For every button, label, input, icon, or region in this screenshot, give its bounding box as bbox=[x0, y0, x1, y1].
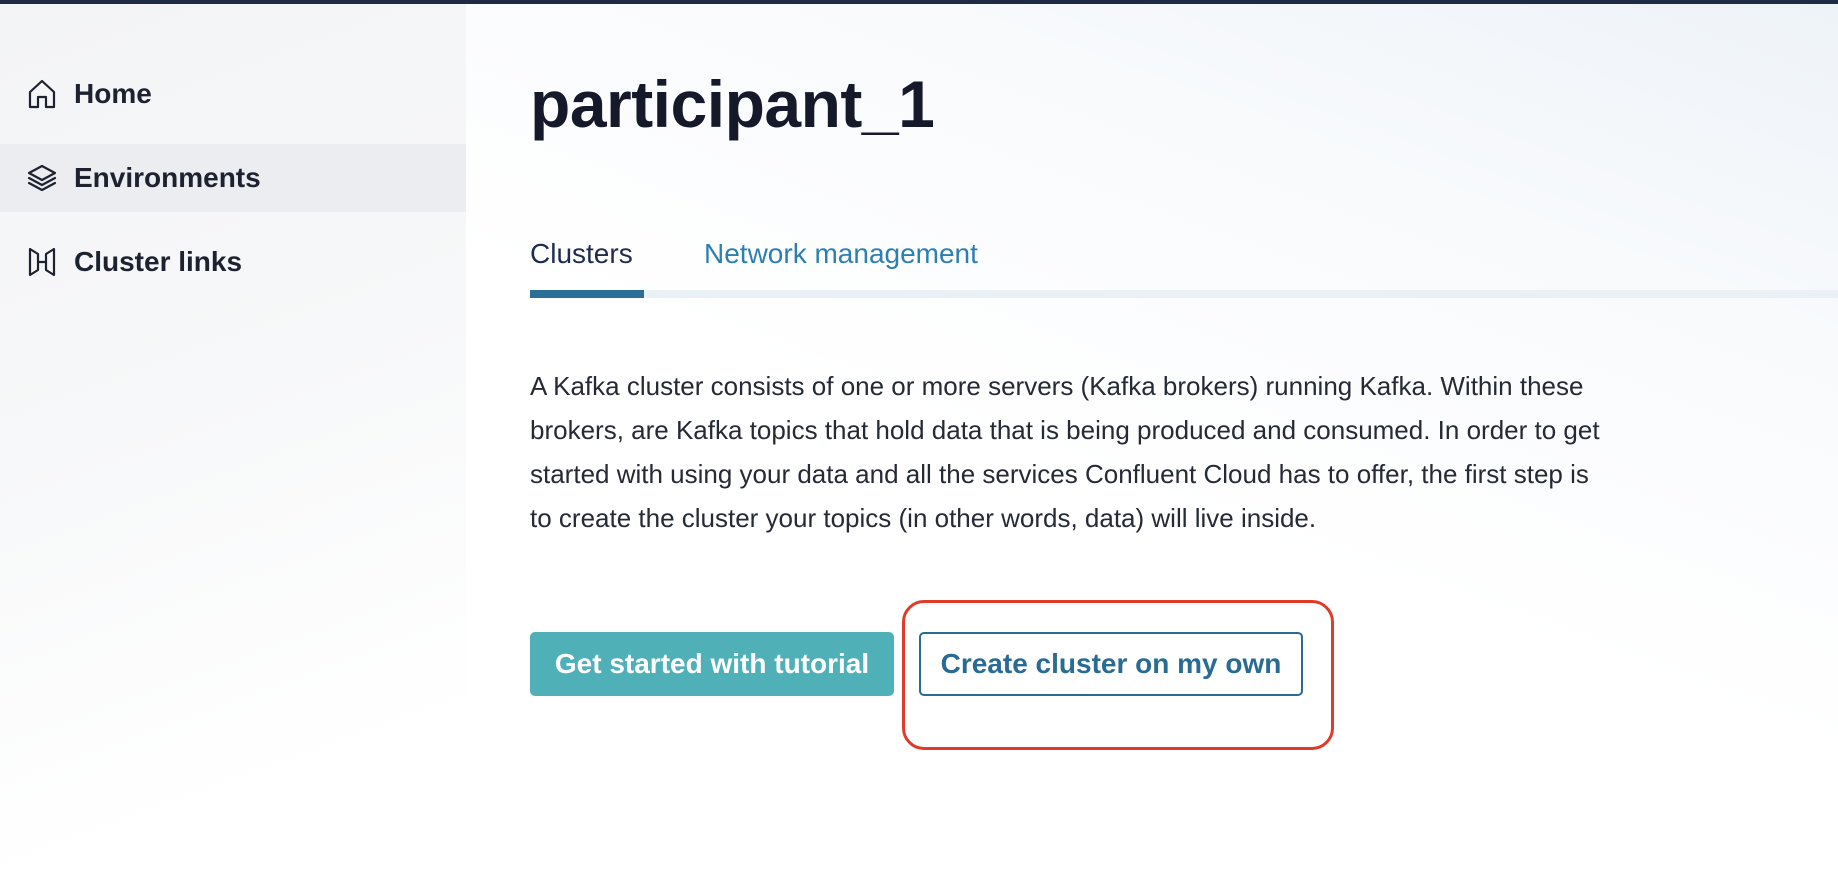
get-started-tutorial-button[interactable]: Get started with tutorial bbox=[530, 632, 894, 696]
sidebar-item-environments[interactable]: Environments bbox=[0, 144, 466, 212]
create-cluster-button[interactable]: Create cluster on my own bbox=[919, 632, 1303, 696]
cluster-description: A Kafka cluster consists of one or more … bbox=[530, 371, 1600, 533]
active-tab-indicator bbox=[530, 290, 644, 298]
tab-network-management[interactable]: Network management bbox=[704, 238, 978, 270]
tabs-divider bbox=[530, 290, 1838, 298]
sidebar-item-home[interactable]: Home bbox=[0, 60, 466, 128]
sidebar-item-label: Cluster links bbox=[74, 246, 243, 277]
tab-clusters[interactable]: Clusters bbox=[530, 238, 633, 270]
main-content: participant_1 Clusters Network managemen… bbox=[466, 4, 1838, 870]
home-icon bbox=[26, 78, 58, 110]
page-title: participant_1 bbox=[530, 67, 935, 141]
sidebar-item-cluster-links[interactable]: Cluster links bbox=[0, 228, 466, 296]
cluster-link-icon bbox=[26, 246, 58, 278]
sidebar-item-label: Environments bbox=[74, 162, 261, 193]
layers-icon bbox=[26, 162, 58, 194]
sidebar: Home Environments Cluster links bbox=[0, 4, 466, 870]
sidebar-item-label: Home bbox=[74, 78, 152, 109]
